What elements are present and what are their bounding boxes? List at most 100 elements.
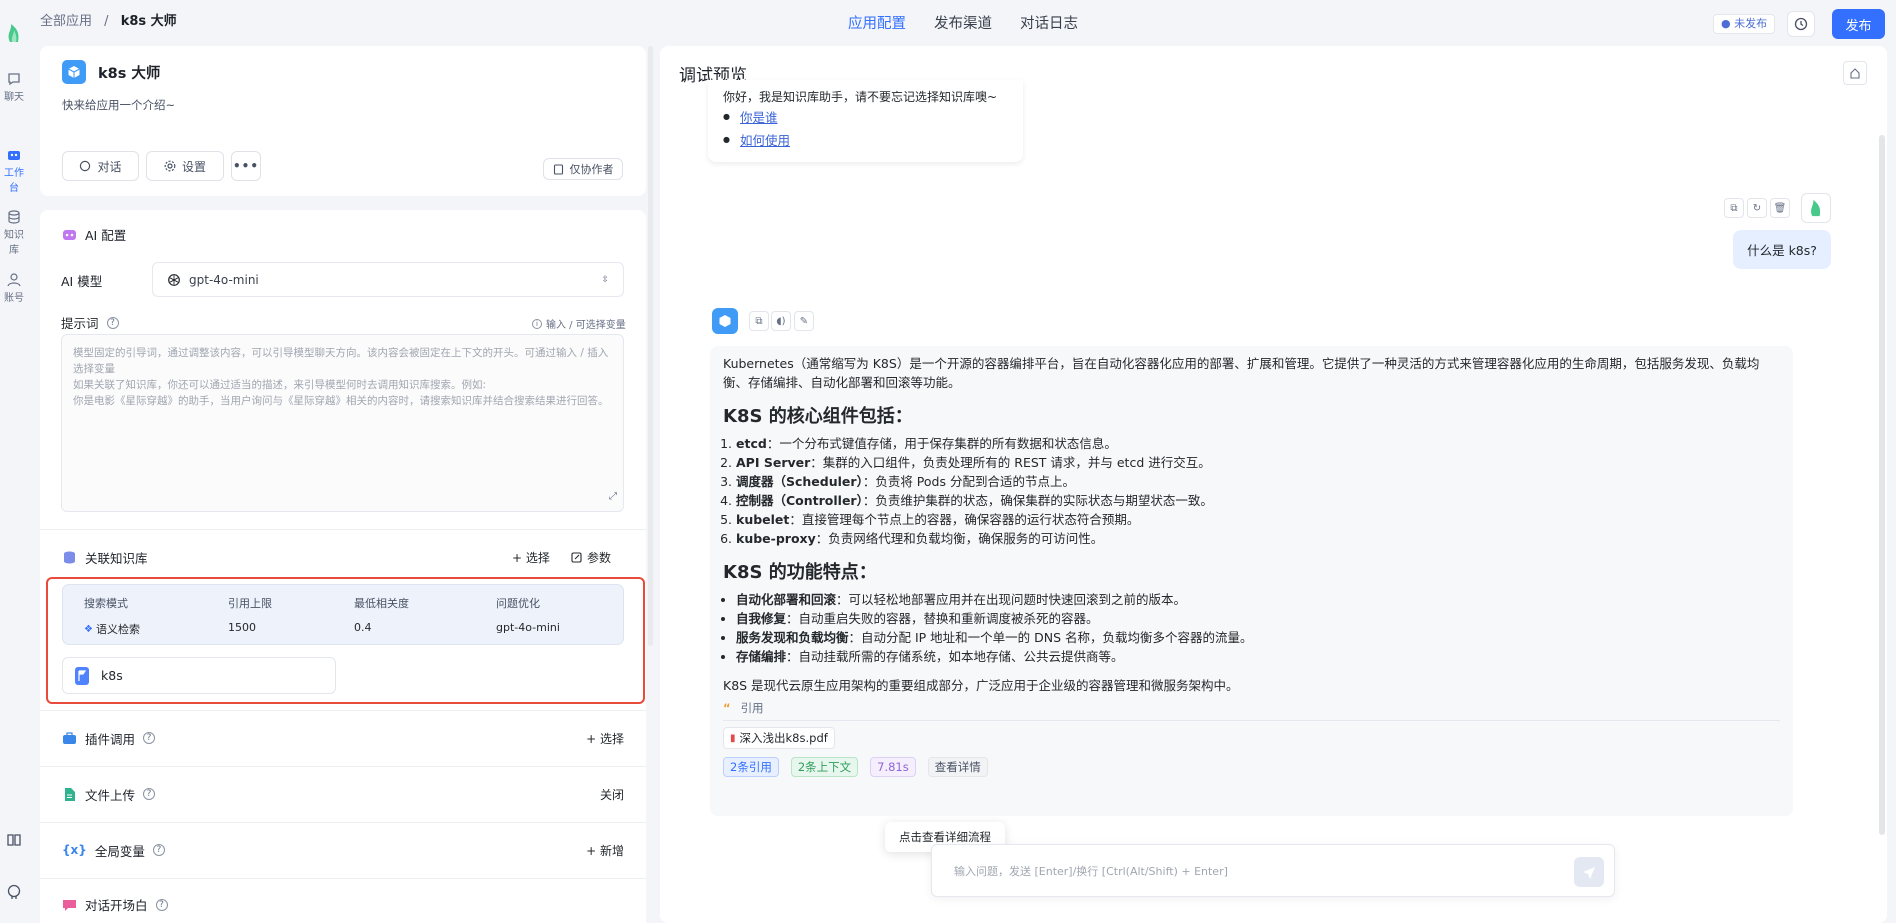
- home-icon: [1850, 68, 1860, 79]
- list-item: 存储编排：自动挂载所需的存储系统，如本地存储、公共云提供商等。: [736, 647, 1780, 666]
- help-icon[interactable]: ?: [143, 732, 156, 744]
- help-icon[interactable]: ?: [143, 788, 156, 800]
- config-scrollbar[interactable]: [648, 46, 653, 646]
- list-item: 自动化部署和回滚：可以轻松地部署应用并在出现问题时快速回滚到之前的版本。: [736, 590, 1780, 609]
- plugin-select-button[interactable]: + 选择: [586, 730, 624, 747]
- rail-item-account[interactable]: 账号: [0, 273, 28, 304]
- kb-header-mode: 搜索模式: [84, 597, 128, 610]
- copy-button[interactable]: ⧉: [1724, 198, 1744, 218]
- speaker-icon: ◖): [776, 315, 786, 327]
- list-item: API Server：集群的入口组件，负责处理所有的 REST 请求，并与 et…: [736, 453, 1780, 472]
- tag-view-details[interactable]: 查看详情: [927, 757, 988, 777]
- answer-outro: K8S 是现代云原生应用架构的重要组成部分，广泛应用于企业级的容器管理和微服务架…: [723, 678, 1239, 693]
- file-upload-toggle[interactable]: 关闭: [600, 786, 624, 803]
- prompt-label-row: 提示词 ?: [61, 313, 119, 332]
- book-icon[interactable]: [0, 832, 28, 850]
- copy-button[interactable]: ⧉: [749, 311, 769, 331]
- chat-input[interactable]: 输入问题，发送 [Enter]/换行 [Ctrl(Alt/Shift) + En…: [931, 844, 1615, 897]
- help-icon[interactable]: ?: [152, 844, 165, 856]
- send-button[interactable]: [1574, 857, 1604, 887]
- settings-button[interactable]: 设置: [146, 151, 224, 181]
- robot-icon: [8, 151, 20, 160]
- component-desc: ：负责将 Pods 分配到合适的节点上。: [862, 474, 1075, 489]
- component-name: 调度器（Scheduler）: [736, 474, 863, 489]
- user-icon: [7, 273, 21, 287]
- refresh-icon: ↻: [1752, 202, 1762, 214]
- prompt-placeholder-line3: 你是电影《星际穿越》的助手，当用户询问与《星际穿越》相关的内容时，请搜索知识库并…: [73, 395, 609, 407]
- logo-icon: [0, 22, 28, 46]
- tag-context[interactable]: 2条上下文: [790, 757, 859, 777]
- github-icon[interactable]: [0, 884, 28, 902]
- kb-search-params-table[interactable]: 搜索模式 引用上限 最低相关度 问题优化 ❖ 语义检索 1500 0.4 gpt-…: [62, 584, 624, 645]
- model-select[interactable]: gpt-4o-mini ⇳: [152, 262, 624, 297]
- prompt-placeholder-line1: 模型固定的引导词，通过调整该内容，可以引导模型聊天方向。该内容会被固定在上下文的…: [73, 347, 609, 375]
- toolbox-icon: [63, 731, 76, 744]
- feature-desc: ：自动挂载所需的存储系统，如本地存储、公共云提供商等。: [786, 649, 1124, 664]
- rail-label-account: 账号: [4, 293, 24, 304]
- prompt-textarea[interactable]: 模型固定的引导词，通过调整该内容，可以引导模型聊天方向。该内容会被固定在上下文的…: [61, 334, 624, 512]
- kb-select-button[interactable]: + 选择: [512, 549, 550, 566]
- global-vars-header: {x} 全局变量 ?: [62, 841, 165, 860]
- feature-desc: ：自动分配 IP 地址和一个单一的 DNS 名称，负载均衡多个容器的流量。: [848, 630, 1253, 645]
- welcome-link-item: ● 如何使用: [723, 130, 1008, 149]
- welcome-links: ● 你是谁 ● 如何使用: [708, 105, 1023, 151]
- component-name: kubelet: [736, 512, 790, 527]
- kb-params-button[interactable]: 参数: [571, 549, 611, 566]
- tab-app-config[interactable]: 应用配置: [848, 12, 906, 33]
- kb-value-similarity: 0.4: [354, 621, 372, 634]
- pencil-icon: ✎: [799, 315, 809, 327]
- welcome-text: 你好，我是知识库助手，请不要忘记选择知识库噢~: [723, 90, 998, 104]
- rail-item-workbench[interactable]: 工作台: [0, 148, 28, 194]
- reset-chat-button[interactable]: [1843, 61, 1867, 85]
- link-how-to-use[interactable]: 如何使用: [740, 130, 790, 149]
- pdf-icon: ▮: [730, 732, 736, 744]
- tab-chat-logs[interactable]: 对话日志: [1020, 12, 1078, 33]
- global-vars-add-button[interactable]: + 新增: [586, 842, 624, 859]
- quote-file-chip[interactable]: ▮ 深入浅出k8s.pdf: [723, 727, 835, 749]
- retry-button[interactable]: ↻: [1747, 198, 1767, 218]
- publish-button[interactable]: 发布: [1832, 9, 1885, 39]
- status-badge: ● 未发布: [1713, 14, 1776, 34]
- document-icon: [553, 163, 563, 175]
- breadcrumb-root[interactable]: 全部应用: [40, 14, 92, 29]
- delete-button[interactable]: 🗑: [1770, 198, 1790, 218]
- tab-publish-channel[interactable]: 发布渠道: [934, 12, 992, 33]
- user-avatar: [1801, 193, 1831, 223]
- list-item: 服务发现和负载均衡：自动分配 IP 地址和一个单一的 DNS 名称，负载均衡多个…: [736, 628, 1780, 647]
- rail-item-chat[interactable]: 聊天: [0, 72, 28, 103]
- app-name: k8s 大师: [98, 65, 161, 82]
- edit-button[interactable]: ✎: [794, 311, 814, 331]
- breadcrumb-current: k8s 大师: [120, 14, 177, 29]
- author-only-badge: 仅协作者: [543, 158, 623, 180]
- component-name: 控制器（Controller）: [736, 493, 863, 508]
- rail-item-knowledge[interactable]: 知识库: [0, 210, 28, 256]
- kb-dataset-item[interactable]: k8s: [62, 657, 336, 694]
- history-button[interactable]: [1787, 11, 1815, 37]
- quote-label: 引用: [740, 701, 764, 715]
- link-who-are-you[interactable]: 你是谁: [740, 107, 778, 126]
- copy-icon: ⧉: [755, 315, 763, 327]
- bullet: ●: [723, 112, 730, 121]
- component-name: API Server: [736, 455, 811, 470]
- kb-dataset-name: k8s: [101, 668, 123, 683]
- features-list: 自动化部署和回滚：可以轻松地部署应用并在出现问题时快速回滚到之前的版本。 自我修…: [723, 590, 1780, 666]
- feature-name: 自动化部署和回滚: [736, 592, 837, 607]
- breadcrumb-separator: /: [104, 14, 109, 29]
- list-item: 调度器（Scheduler）：负责将 Pods 分配到合适的节点上。: [736, 472, 1780, 491]
- kb-value-mode-text: 语义检索: [95, 623, 140, 636]
- component-name: etcd: [736, 436, 767, 451]
- more-button[interactable]: •••: [231, 151, 261, 181]
- tag-citations[interactable]: 2条引用: [723, 757, 779, 777]
- expand-icon[interactable]: ⤢: [609, 489, 617, 505]
- speak-button[interactable]: ◖): [771, 311, 791, 331]
- preview-scrollbar[interactable]: [1879, 135, 1885, 835]
- component-name: kube-proxy: [736, 531, 816, 546]
- kb-header-limit: 引用上限: [228, 597, 272, 610]
- feature-desc: ：可以轻松地部署应用并在出现问题时快速回滚到之前的版本。: [836, 592, 1187, 607]
- app-intro[interactable]: 快来给应用一个介绍~: [62, 97, 175, 113]
- plugin-section: 插件调用 ? + 选择: [40, 710, 646, 766]
- help-icon[interactable]: ?: [155, 898, 168, 911]
- chat-button[interactable]: 对话: [62, 151, 139, 181]
- list-item: 控制器（Controller）：负责维护集群的状态，确保集群的实际状态与期望状态…: [736, 491, 1780, 510]
- help-icon[interactable]: ?: [106, 316, 119, 329]
